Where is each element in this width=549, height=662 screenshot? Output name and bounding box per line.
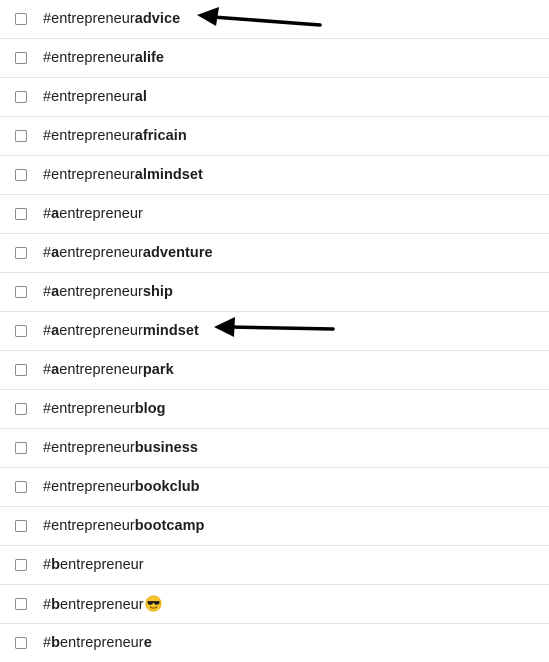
hashtag-highlight: adventure — [142, 245, 213, 261]
hashtag-checkbox[interactable] — [15, 52, 27, 64]
hashtag-text: # — [43, 596, 52, 613]
hashtag-highlight: ship — [142, 284, 173, 300]
hashtag-text: # — [43, 284, 52, 300]
hashtag-text: # — [43, 245, 52, 261]
hashtag-label: #entrepreneuralmindset — [43, 166, 203, 184]
hashtag-highlight: park — [142, 362, 174, 378]
hashtag-label: #entrepreneurblog — [43, 400, 166, 418]
hashtag-text: # — [43, 635, 52, 651]
list-item[interactable]: #bentrepreneure — [0, 624, 549, 662]
list-item[interactable]: #aentrepreneurship — [0, 273, 549, 312]
hashtag-checkbox[interactable] — [15, 286, 27, 298]
list-item[interactable]: #entrepreneurbookclub — [0, 468, 549, 507]
hashtag-highlight: b — [51, 557, 61, 573]
hashtag-text: #entrepreneur — [43, 11, 135, 27]
hashtag-checkbox[interactable] — [15, 442, 27, 454]
hashtag-label: #aentrepreneurmindset — [43, 322, 199, 340]
hashtag-text: #entrepreneur — [43, 401, 135, 417]
hashtag-text: entrepreneur — [59, 323, 143, 339]
hashtag-checkbox[interactable] — [15, 637, 27, 649]
hashtag-highlight: africain — [134, 128, 187, 144]
hashtag-checkbox[interactable] — [15, 520, 27, 532]
hashtag-label: #aentrepreneurpark — [43, 361, 174, 379]
hashtag-checkbox[interactable] — [15, 130, 27, 142]
list-item[interactable]: #aentrepreneur — [0, 195, 549, 234]
hashtag-label: #bentrepreneure — [43, 634, 152, 652]
list-item[interactable]: #entrepreneurafricain — [0, 117, 549, 156]
hashtag-text: #entrepreneur — [43, 479, 135, 495]
hashtag-text: # — [43, 206, 52, 222]
hashtag-label: #bentrepreneur — [43, 595, 162, 614]
hashtag-label: #entrepreneural — [43, 88, 147, 106]
hashtag-text: entrepreneur — [59, 206, 143, 222]
hashtag-checkbox[interactable] — [15, 325, 27, 337]
list-item[interactable]: #entrepreneuralmindset — [0, 156, 549, 195]
hashtag-text: #entrepreneur — [43, 440, 135, 456]
hashtag-text: entrepreneur — [59, 362, 143, 378]
list-item[interactable]: #aentrepreneurpark — [0, 351, 549, 390]
list-item[interactable]: #entrepreneurbusiness — [0, 429, 549, 468]
list-item[interactable]: #aentrepreneurmindset — [0, 312, 549, 351]
hashtag-label: #aentrepreneurship — [43, 283, 173, 301]
list-item[interactable]: #entrepreneurbootcamp — [0, 507, 549, 546]
hashtag-checkbox[interactable] — [15, 247, 27, 259]
hashtag-label: #entrepreneurbusiness — [43, 439, 198, 457]
hashtag-label: #aentrepreneuradventure — [43, 244, 213, 262]
hashtag-text: entrepreneur — [60, 635, 144, 651]
hashtag-text: # — [43, 557, 52, 573]
list-item[interactable]: #bentrepreneur — [0, 546, 549, 585]
hashtag-label: #bentrepreneur — [43, 556, 144, 574]
hashtag-checkbox[interactable] — [15, 169, 27, 181]
hashtag-label: #entrepreneuralife — [43, 49, 164, 67]
hashtag-label: #entrepreneuradvice — [43, 10, 180, 28]
hashtag-text: entrepreneur — [60, 557, 144, 573]
hashtag-checkbox[interactable] — [15, 364, 27, 376]
hashtag-highlight: mindset — [142, 323, 199, 339]
hashtag-checkbox[interactable] — [15, 559, 27, 571]
list-item[interactable]: #entrepreneurblog — [0, 390, 549, 429]
list-item[interactable]: #entrepreneural — [0, 78, 549, 117]
hashtag-highlight: b — [51, 596, 61, 613]
hashtag-text: #entrepreneur — [43, 128, 135, 144]
hashtag-text: entrepreneur — [59, 284, 143, 300]
hashtag-label: #entrepreneurbookclub — [43, 478, 200, 496]
hashtag-text: #entrepreneur — [43, 518, 135, 534]
hashtag-highlight: al — [134, 89, 147, 105]
hashtag-highlight: bootcamp — [134, 518, 205, 534]
sunglasses-emoji-icon — [145, 595, 162, 611]
list-item[interactable]: #aentrepreneuradventure — [0, 234, 549, 273]
hashtag-highlight: e — [143, 635, 152, 651]
hashtag-highlight: advice — [134, 11, 181, 27]
hashtag-checkbox[interactable] — [15, 13, 27, 25]
hashtag-text: #entrepreneur — [43, 167, 135, 183]
hashtag-checkbox[interactable] — [15, 208, 27, 220]
hashtag-highlight: blog — [134, 401, 166, 417]
list-item[interactable]: #bentrepreneur — [0, 585, 549, 624]
hashtag-highlight: almindset — [134, 167, 203, 183]
hashtag-list: #entrepreneuradvice #entrepreneuralife #en… — [0, 0, 549, 662]
hashtag-highlight: bookclub — [134, 479, 200, 495]
hashtag-label: #entrepreneurafricain — [43, 127, 187, 145]
hashtag-text: #entrepreneur — [43, 89, 135, 105]
hashtag-text: # — [43, 362, 52, 378]
hashtag-checkbox[interactable] — [15, 598, 27, 610]
hashtag-checkbox[interactable] — [15, 91, 27, 103]
hashtag-text: # — [43, 323, 52, 339]
hashtag-text: #entrepreneur — [43, 50, 135, 66]
hashtag-checkbox[interactable] — [15, 481, 27, 493]
hashtag-highlight: business — [134, 440, 199, 456]
hashtag-label: #entrepreneurbootcamp — [43, 517, 204, 535]
hashtag-label: #aentrepreneur — [43, 205, 143, 223]
hashtag-highlight: b — [51, 635, 61, 651]
list-item[interactable]: #entrepreneuradvice — [0, 0, 549, 39]
hashtag-checkbox[interactable] — [15, 403, 27, 415]
hashtag-text: entrepreneur — [60, 596, 144, 613]
hashtag-highlight: alife — [134, 50, 165, 66]
list-item[interactable]: #entrepreneuralife — [0, 39, 549, 78]
hashtag-text: entrepreneur — [59, 245, 143, 261]
